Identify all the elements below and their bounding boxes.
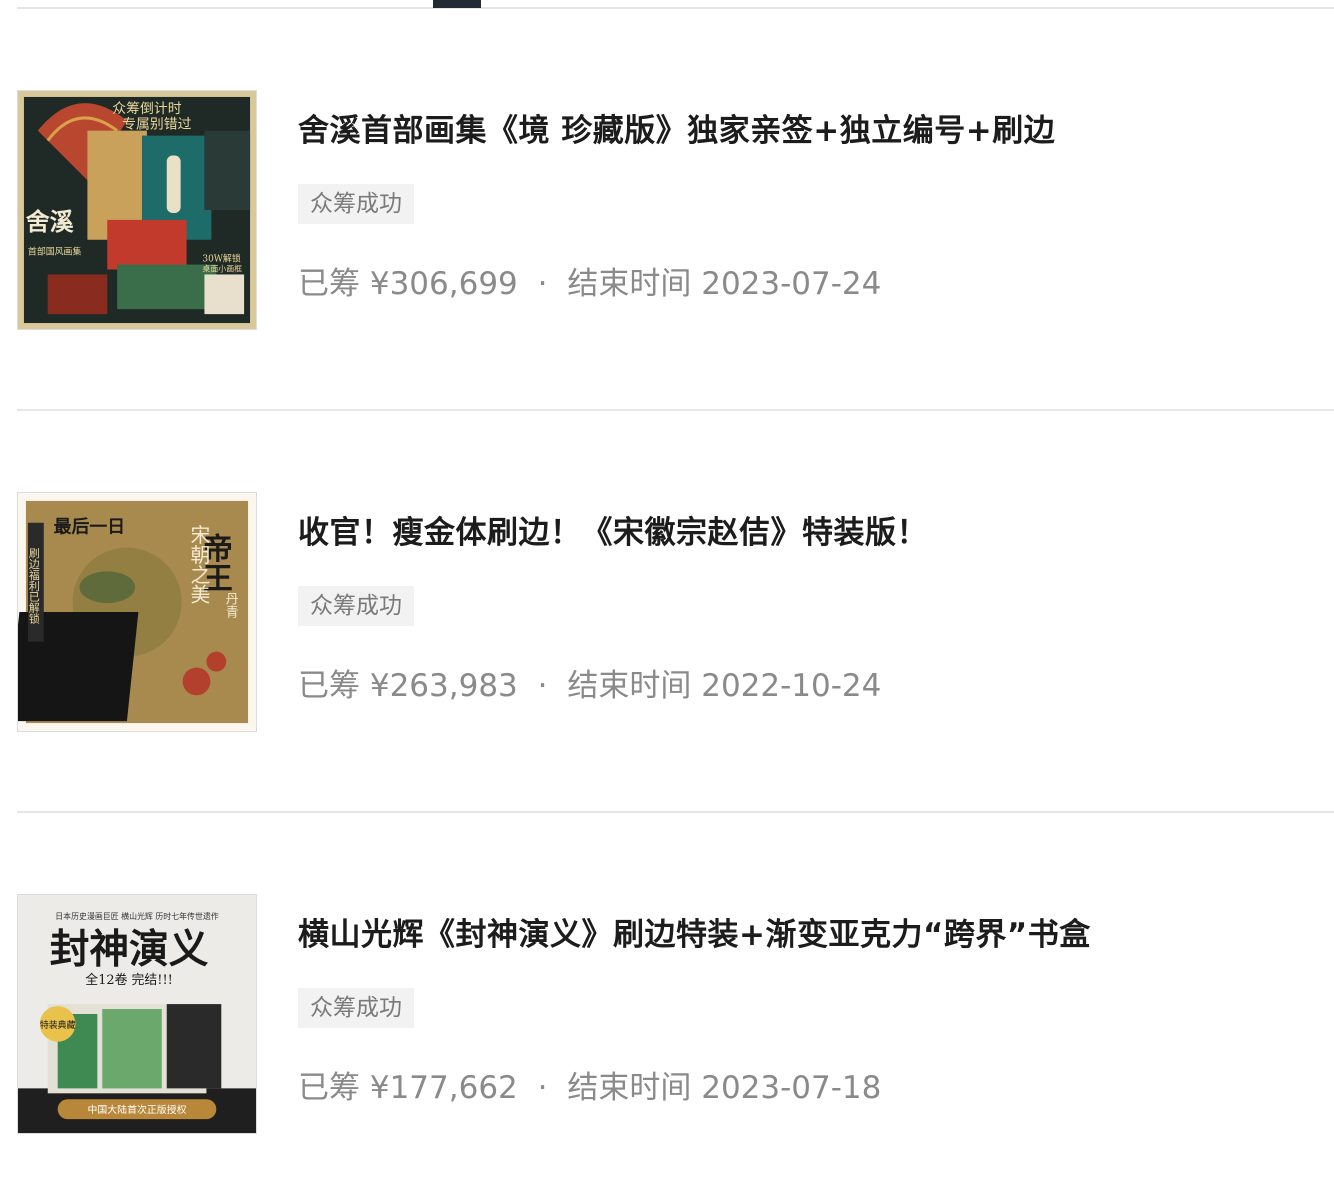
cover-art-2: 刷边福利已解锁 最后一日 帝王 宋朝之美 丹青	[18, 493, 256, 731]
raised-label: 已筹	[298, 1070, 360, 1106]
list-item[interactable]: 刷边福利已解锁 最后一日 帝王 宋朝之美 丹青 收官！瘦金体刷边！《宋徽宗赵佶》…	[17, 411, 1334, 813]
cover-right-mid: 宋朝之美	[187, 525, 210, 604]
cover-art-3: 日本历史漫画巨匠 横山光辉 历时七年传世遗作 封神演义 全12卷 完结!!! 特…	[18, 895, 256, 1133]
project-meta: 已筹 ¥177,662 · 结束时间 2023-07-18	[298, 1066, 1334, 1110]
cover-corner-text: 30W解锁	[202, 253, 240, 265]
status-badge: 众筹成功	[298, 586, 414, 626]
meta-separator: ·	[537, 668, 548, 704]
meta-separator: ·	[537, 1070, 548, 1106]
status-badge: 众筹成功	[298, 184, 414, 224]
end-date: 2023-07-24	[701, 266, 882, 302]
project-meta: 已筹 ¥263,983 · 结束时间 2022-10-24	[298, 664, 1334, 708]
cover-right-small: 丹青	[223, 592, 238, 618]
project-info: 横山光辉《封神演义》刷边特装+渐变亚克力“跨界”书盒 众筹成功 已筹 ¥177,…	[298, 913, 1334, 1110]
project-list: 众筹倒计时 专属别错过 舍溪 首部国风画集 30W解锁 桌面小画框 舍溪首部画集…	[17, 9, 1334, 1194]
cover-heading: 最后一日	[54, 517, 125, 538]
project-cover-image[interactable]: 众筹倒计时 专属别错过 舍溪 首部国风画集 30W解锁 桌面小画框	[17, 90, 257, 330]
project-info: 舍溪首部画集《境 珍藏版》独家亲签+独立编号+刷边 众筹成功 已筹 ¥306,6…	[298, 109, 1334, 306]
project-title[interactable]: 横山光辉《封神演义》刷边特装+渐变亚克力“跨界”书盒	[298, 913, 1334, 957]
project-cover-image[interactable]: 刷边福利已解锁 最后一日 帝王 宋朝之美 丹青	[17, 492, 257, 732]
cover-heading: 封神演义	[50, 926, 209, 972]
status-badge: 众筹成功	[298, 988, 414, 1028]
project-info: 收官！瘦金体刷边！《宋徽宗赵佶》特装版！ 众筹成功 已筹 ¥263,983 · …	[298, 511, 1334, 708]
cover-art-1: 众筹倒计时 专属别错过 舍溪 首部国风画集 30W解锁 桌面小画框	[18, 91, 256, 329]
active-tab-indicator	[433, 0, 481, 8]
cover-badge: 特装典藏	[40, 1019, 76, 1031]
cover-side-sub: 首部国风画集	[28, 246, 82, 258]
end-label: 结束时间	[567, 1070, 692, 1106]
cover-subheading: 专属别错过	[122, 117, 192, 133]
raised-label: 已筹	[298, 266, 360, 302]
project-cover-image[interactable]: 日本历史漫画巨匠 横山光辉 历时七年传世遗作 封神演义 全12卷 完结!!! 特…	[17, 894, 257, 1134]
raised-label: 已筹	[298, 668, 360, 704]
raised-amount: ¥263,983	[369, 668, 518, 704]
cover-topline: 日本历史漫画巨匠 横山光辉 历时七年传世遗作	[55, 911, 219, 921]
project-title[interactable]: 收官！瘦金体刷边！《宋徽宗赵佶》特装版！	[298, 511, 1334, 555]
end-label: 结束时间	[567, 266, 692, 302]
cover-side-text: 舍溪	[26, 208, 74, 236]
end-date: 2022-10-24	[701, 668, 882, 704]
meta-separator: ·	[537, 266, 548, 302]
end-date: 2023-07-18	[701, 1070, 882, 1106]
project-title[interactable]: 舍溪首部画集《境 珍藏版》独家亲签+独立编号+刷边	[298, 109, 1334, 153]
cover-footer: 中国大陆首次正版授权	[87, 1103, 186, 1116]
list-item[interactable]: 日本历史漫画巨匠 横山光辉 历时七年传世遗作 封神演义 全12卷 完结!!! 特…	[17, 813, 1334, 1194]
cover-heading: 众筹倒计时	[112, 100, 182, 117]
end-label: 结束时间	[567, 668, 692, 704]
raised-amount: ¥306,699	[369, 266, 518, 302]
cover-corner-sub: 桌面小画框	[202, 263, 242, 273]
list-item[interactable]: 众筹倒计时 专属别错过 舍溪 首部国风画集 30W解锁 桌面小画框 舍溪首部画集…	[17, 9, 1334, 411]
cover-side-left: 刷边福利已解锁	[27, 547, 40, 624]
cover-sub: 全12卷 完结!!!	[85, 972, 173, 988]
project-meta: 已筹 ¥306,699 · 结束时间 2023-07-24	[298, 262, 1334, 306]
raised-amount: ¥177,662	[369, 1070, 518, 1106]
